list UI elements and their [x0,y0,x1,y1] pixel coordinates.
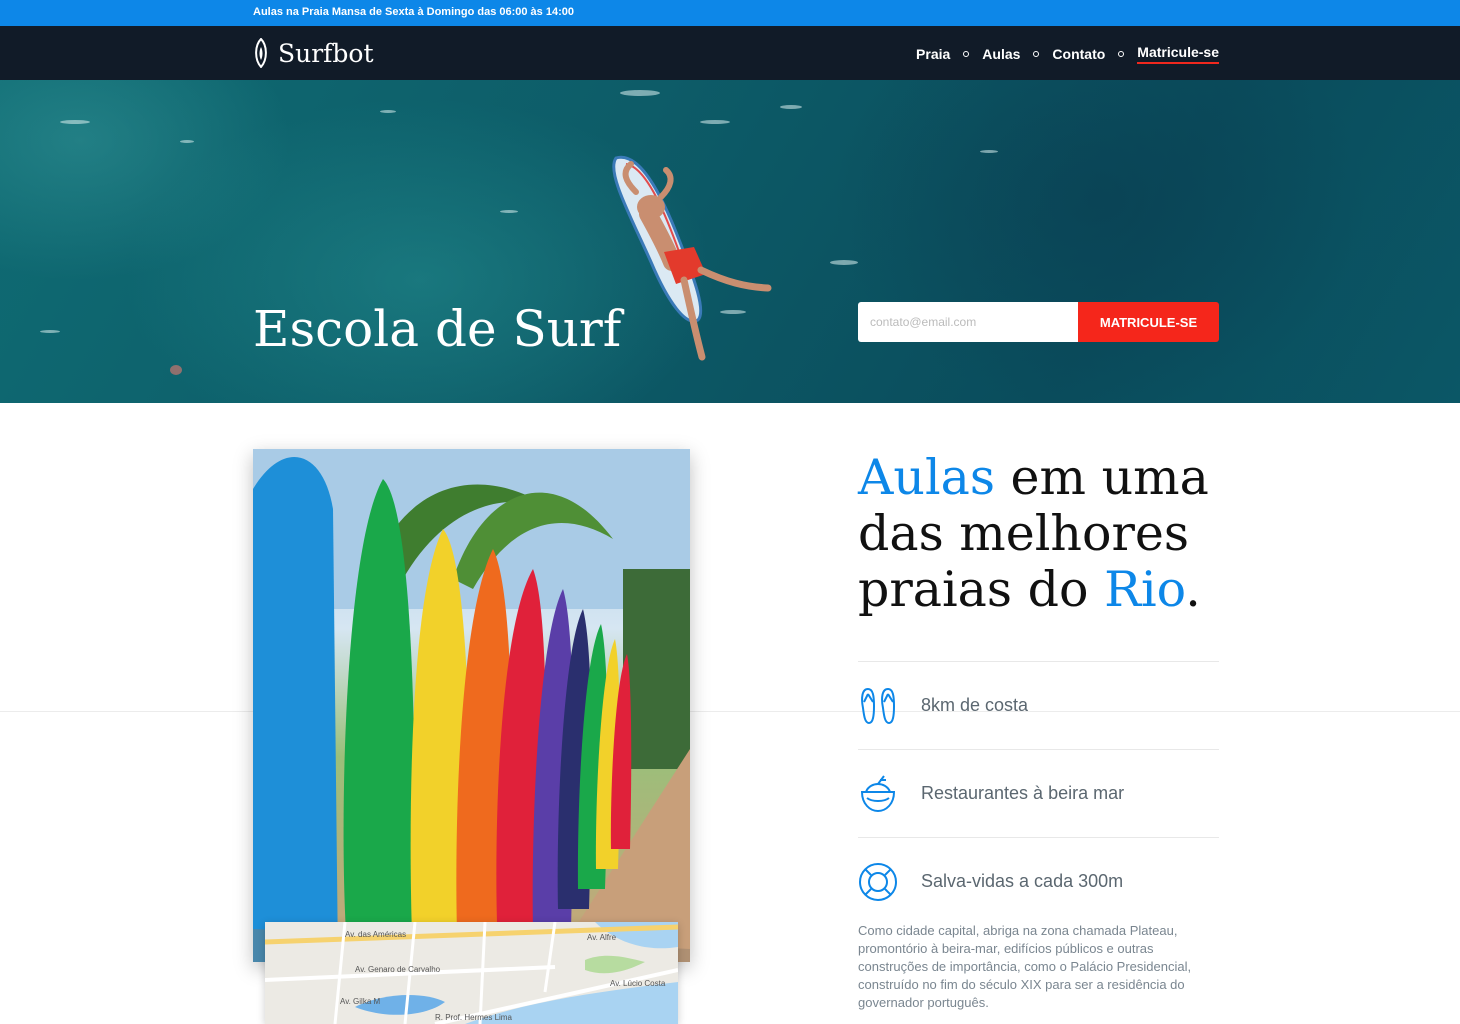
nav-separator [1118,51,1125,57]
nav-item-matricule-se[interactable]: Matricule-se [1137,44,1219,64]
surfboard-logo-icon [255,38,267,68]
feature-item: Restaurantes à beira mar [858,749,1219,837]
map-street-label: Av. Alfre [587,933,617,942]
signup-form: MATRICULE-SE [858,302,1219,342]
logo-text: Surfbot [278,38,374,68]
announcement-bar: Aulas na Praia Mansa de Sexta à Domingo … [0,0,1460,26]
feature-item: Salva-vidas a cada 300m [858,837,1219,925]
flip-flops-icon [858,686,898,726]
features-list: 8km de costa Restaurantes à beira mar Sa… [858,661,1219,925]
map-street-label: R. Prof. Hermes Lima [435,1013,512,1022]
nav-separator [1033,51,1040,57]
surfer-image [612,155,772,361]
feature-text: Restaurantes à beira mar [921,783,1125,803]
lifebuoy-icon [858,862,898,902]
main-navbar: Surfbot Praia Aulas Contato Matricule-se [0,26,1460,80]
section-divider [0,711,1460,712]
feature-text: Salva-vidas a cada 300m [921,871,1124,891]
hero-title: Escola de Surf [253,300,622,358]
nav-separator [963,51,970,57]
description-paragraph: Como cidade capital, abriga na zona cham… [858,923,1192,1010]
coconut-drink-icon [858,774,898,814]
nav-item-contato[interactable]: Contato [1052,46,1105,62]
map-street-label: Av. Genaro de Carvalho [355,965,441,974]
location-map[interactable]: Av. das Américas Av. Genaro de Carvalho … [265,922,678,1024]
nav-menu: Praia Aulas Contato Matricule-se [916,44,1219,64]
logo[interactable]: Surfbot [252,36,374,70]
hero-banner: Escola de Surf MATRICULE-SE [0,80,1460,403]
headline-period: . [1185,561,1201,618]
surfboards-photo [253,449,690,962]
announcement-text: Aulas na Praia Mansa de Sexta à Domingo … [253,6,574,18]
map-street-label: Av. Gilka M [340,997,380,1006]
map-street-label: Av. Lúcio Costa [610,979,666,988]
section-headline: Aulas em uma das melhores praias do Rio. [858,450,1238,618]
email-input[interactable] [858,302,1078,342]
signup-button[interactable]: MATRICULE-SE [1078,302,1219,342]
headline-highlight-rio: Rio [1104,561,1186,618]
feature-text: 8km de costa [921,695,1029,715]
nav-item-praia[interactable]: Praia [916,46,950,62]
headline-highlight: Aulas [858,449,995,506]
nav-item-aulas[interactable]: Aulas [982,46,1020,62]
map-street-label: Av. das Américas [345,930,406,939]
feature-item: 8km de costa [858,661,1219,749]
